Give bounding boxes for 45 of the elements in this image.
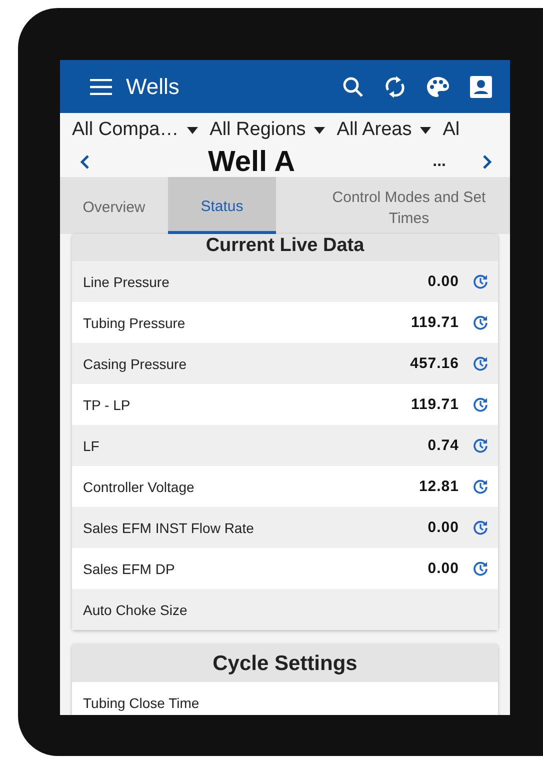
filter-dropdown[interactable]: All Regions: [210, 119, 325, 141]
row-label: TP - LP: [83, 396, 132, 412]
row-value: 12.81: [418, 478, 459, 495]
row-value: 457.16: [410, 355, 459, 372]
history-icon[interactable]: [473, 315, 488, 330]
history-icon[interactable]: [473, 438, 488, 453]
row-value: 119.71: [410, 396, 459, 413]
history-icon[interactable]: [473, 520, 488, 535]
next-chevron-icon[interactable]: [482, 154, 492, 170]
filter-dropdown[interactable]: All Compa…: [72, 119, 198, 141]
row-value: 0.00: [428, 560, 459, 577]
app-title: Wells: [126, 74, 180, 100]
row-label: Sales EFM INST Flow Rate: [83, 520, 255, 536]
row-label: Controller Voltage: [83, 478, 196, 494]
section-header: Cycle Settings: [72, 644, 498, 682]
row-label: Auto Choke Size: [83, 602, 188, 618]
palette-icon[interactable]: [426, 76, 450, 98]
well-title: Well A: [208, 146, 296, 178]
previous-chevron-icon[interactable]: [80, 154, 90, 170]
history-icon[interactable]: [473, 479, 488, 494]
refresh-icon[interactable]: [384, 74, 406, 98]
search-icon[interactable]: [342, 76, 364, 98]
filter-dropdown[interactable]: All Areas: [336, 119, 431, 141]
row-value: 0.00: [428, 519, 459, 536]
row-label: Tubing Close Time: [83, 694, 200, 710]
tab[interactable]: Overview: [60, 177, 168, 234]
more-button[interactable]: ...: [432, 153, 446, 171]
account-icon[interactable]: [470, 76, 492, 98]
row-label: LF: [83, 438, 100, 454]
row-value: 119.71: [410, 314, 459, 331]
row-label: Sales EFM DP: [83, 560, 176, 576]
row-label: Line Pressure: [83, 274, 170, 290]
menu-icon[interactable]: [90, 78, 112, 94]
row-value: 0.00: [428, 273, 459, 290]
history-icon[interactable]: [473, 274, 488, 289]
history-icon[interactable]: [473, 561, 488, 576]
filter-dropdown[interactable]: Al: [442, 119, 460, 141]
tab[interactable]: Status: [168, 177, 276, 234]
history-icon[interactable]: [473, 397, 488, 412]
history-icon[interactable]: [473, 356, 488, 371]
section-header: Current Live Data: [72, 234, 498, 261]
tab[interactable]: Control Modes and Set Times: [276, 177, 510, 234]
row-label: Casing Pressure: [83, 356, 188, 372]
row-value: 0.74: [428, 437, 459, 454]
row-label: Tubing Pressure: [83, 314, 186, 330]
